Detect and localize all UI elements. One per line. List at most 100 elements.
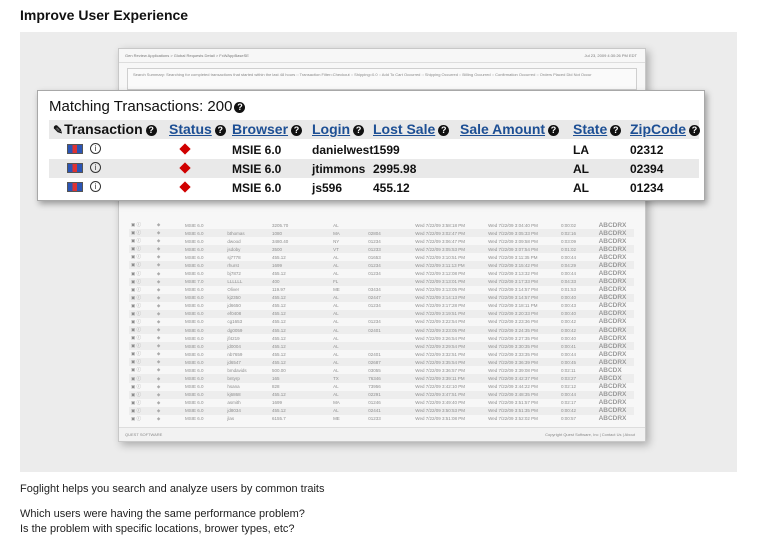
bg-status-icon: ◆ — [154, 309, 184, 318]
bg-login-cell: bj7872 — [227, 271, 241, 276]
bg-code-cell: ABCDRX — [598, 415, 627, 423]
bg-login-cell: bmdavids — [227, 367, 247, 373]
pencil-icon[interactable]: ✎ — [53, 123, 63, 137]
column-header-zipcode[interactable]: ZipCode? — [630, 121, 700, 137]
bg-start-cell: Wed 7/22/09 3:35:54 PM — [413, 358, 487, 367]
bg-code-cell: ABCDRX — [596, 406, 634, 415]
bg-row-icons: ▣ ⓘ — [129, 277, 155, 286]
bg-state-cell: AL — [333, 254, 339, 260]
bg-start-cell: Wed 7/22/09 3:26:54 PM — [415, 335, 465, 341]
bg-status-icon: ◆ — [156, 367, 161, 373]
help-icon[interactable]: ? — [291, 125, 303, 136]
bg-login-cell: jf4219 — [227, 335, 240, 341]
lost-sale-cell: 1599 — [373, 143, 400, 157]
bg-code-cell: ABCDRX — [596, 229, 634, 238]
column-header-status[interactable]: Status? — [169, 121, 226, 137]
bg-status-icon: ◆ — [154, 293, 184, 302]
bg-table-row: ▣ ⓘ ◆ MSIE 6.0 jsdoby 3500 VT 01233 Wed 7/22/09… — [129, 245, 634, 254]
column-header-login[interactable]: Login? — [312, 121, 365, 137]
bg-duration-cell: 0:00:40 — [558, 293, 597, 302]
bg-table-row: ▣ ⓘ ◆ MSIE 6.0 jf4219 455.12 AL Wed 7/22/09 3:… — [129, 334, 634, 342]
info-icon[interactable]: i — [90, 162, 101, 173]
table-row[interactable]: i MSIE 6.0 jtimmons 2995.98 AL 02394 — [49, 159, 699, 178]
bg-code-cell: ABCDRX — [596, 342, 634, 351]
table-row[interactable]: i MSIE 6.0 danielwest 1599 LA 02312 — [49, 140, 699, 159]
bg-zip-cell: 01246 — [368, 400, 381, 406]
bg-state-cell: MA — [331, 229, 367, 238]
bg-status-icon: ◆ — [154, 277, 184, 286]
bg-code-cell: ABCDRX — [598, 334, 627, 342]
bg-zip-cell: 01234 — [368, 319, 381, 325]
bg-row-icons: ▣ ⓘ — [129, 326, 155, 335]
bg-login-cell: kj2350 — [225, 293, 270, 302]
background-topbar: Gen Review Applications > Global Request… — [119, 49, 645, 63]
column-header-lost-sale[interactable]: Lost Sale? — [373, 121, 450, 137]
bg-end-cell: Wed 7/22/09 3:24:35 PM — [486, 326, 559, 335]
bg-login-cell: bthomas — [225, 229, 270, 238]
bg-row-icons: ▣ ⓘ — [129, 293, 155, 302]
help-icon[interactable]: ? — [689, 125, 700, 136]
bg-table-row: ▣ ⓘ ◆ MSIE 6.0 cg1653 455.12 AL 01234 Wed 7/22/… — [129, 318, 634, 326]
help-icon[interactable]: ? — [214, 125, 226, 136]
help-icon[interactable]: ? — [548, 125, 560, 136]
bg-row-icons: ▣ ⓘ — [131, 222, 142, 228]
help-icon[interactable]: ? — [353, 125, 365, 136]
bg-table-row: ▣ ⓘ ◆ MSIE 6.0 rhurst 1699 AL 01234 Wed 7/22/09… — [129, 261, 634, 270]
bg-login-cell: dwood — [227, 238, 241, 244]
bg-code-cell: ABCDRX — [596, 245, 634, 254]
bg-start-cell: Wed 7/22/09 3:14:13 PM — [413, 293, 487, 302]
bg-amount-cell: 1699 — [271, 400, 282, 406]
bg-start-cell: Wed 7/22/09 3:22:54 PM — [415, 319, 465, 325]
column-header-state[interactable]: State? — [573, 121, 622, 137]
info-icon[interactable]: i — [90, 143, 101, 154]
transaction-detail-icon[interactable] — [67, 163, 83, 173]
bg-code-cell: ABCDRX — [598, 302, 627, 310]
bg-duration-cell: 0:03:27 — [558, 374, 597, 383]
transaction-detail-icon[interactable] — [67, 182, 83, 192]
bg-zip-cell: 03434 — [368, 287, 381, 293]
bg-row-icons: ▣ ⓘ — [131, 399, 142, 405]
bg-amount-cell: 455.12 — [271, 271, 286, 276]
bg-table-row: ▣ ⓘ ◆ MSIE 6.0 bj7872 455.12 AL 01234 Wed 7/22/… — [129, 269, 634, 277]
bg-end-cell: Wed 7/22/09 3:13:32 PM — [488, 271, 538, 276]
bg-state-cell: AL — [333, 222, 339, 228]
bg-table-row: ▣ ⓘ ◆ MSIE 6.0 dwood 3480.40 NY 01234 Wed 7/22/… — [129, 237, 634, 245]
help-icon[interactable]: ? — [234, 102, 246, 113]
column-header-sale-amount[interactable]: Sale Amount? — [460, 121, 560, 137]
bg-status-icon: ◆ — [156, 254, 161, 260]
transaction-detail-icon[interactable] — [67, 144, 83, 154]
login-cell: danielwest — [312, 143, 374, 157]
bg-amount-cell: 828 — [271, 384, 280, 390]
info-icon[interactable]: i — [90, 181, 101, 192]
bg-status-icon: ◆ — [154, 229, 184, 238]
table-row[interactable]: i MSIE 6.0 js596 455.12 AL 01234 — [49, 178, 699, 197]
bg-status-icon: ◆ — [154, 374, 184, 383]
bg-start-cell: Wed 7/22/09 3:13:01 PM — [413, 277, 487, 286]
help-icon[interactable]: ? — [145, 125, 157, 136]
bg-zip-cell: 02687 — [366, 358, 414, 367]
bg-start-cell: Wed 7/22/09 3:06:47 PM — [415, 238, 465, 244]
bg-amount-cell: 1699 — [269, 261, 332, 270]
bg-duration-cell: 0:03:09 — [560, 238, 576, 244]
bg-end-cell: Wed 7/22/09 3:05:33 PM — [486, 229, 559, 238]
help-icon[interactable]: ? — [438, 125, 450, 136]
bg-zip-cell — [366, 342, 414, 351]
bg-end-cell: Wed 7/22/09 3:30:35 PM — [486, 342, 559, 351]
bg-login-cell: jd6650 — [227, 303, 241, 309]
bg-browser-cell: MSIE 6.0 — [183, 309, 226, 318]
login-cell: jtimmons — [312, 162, 366, 176]
bg-row-icons: ▣ ⓘ — [131, 286, 142, 292]
column-header-browser[interactable]: Browser? — [232, 121, 303, 137]
help-icon[interactable]: ? — [610, 125, 622, 136]
bg-status-icon: ◆ — [154, 261, 184, 270]
bg-status-icon: ◆ — [156, 335, 161, 341]
bg-zip-cell: 01233 — [366, 245, 414, 254]
bg-zip-cell: 02401 — [366, 326, 414, 335]
bg-end-cell: Wed 7/22/09 3:15:42 PM — [486, 261, 559, 270]
bg-row-icons: ▣ ⓘ — [131, 335, 142, 341]
bg-amount-cell: 455.12 — [269, 326, 332, 335]
bg-duration-cell: 0:00:40 — [560, 335, 576, 341]
bg-duration-cell: 0:00:41 — [558, 342, 597, 351]
bg-row-icons: ▣ ⓘ — [131, 367, 142, 373]
bg-zip-cell — [366, 334, 413, 342]
